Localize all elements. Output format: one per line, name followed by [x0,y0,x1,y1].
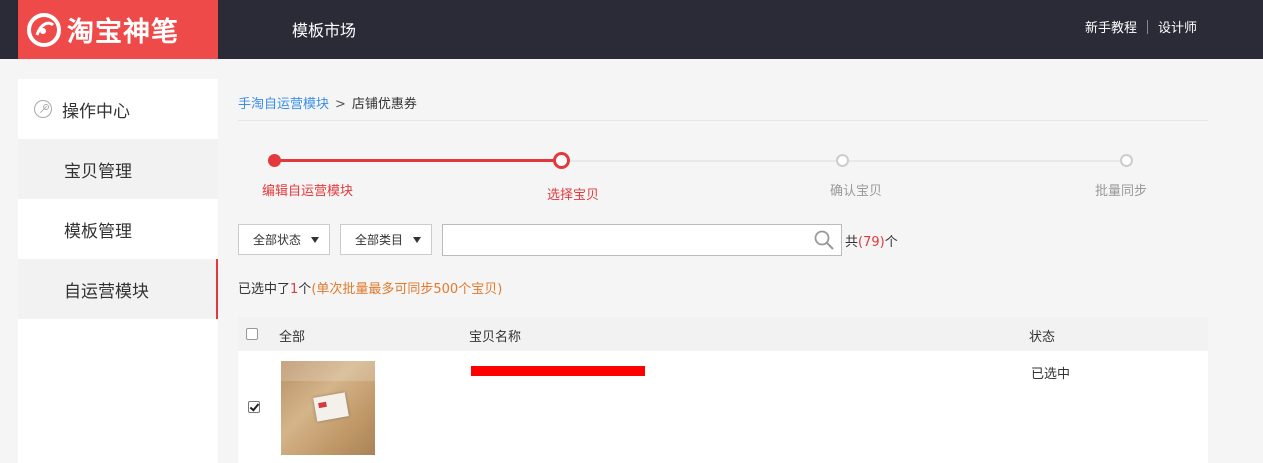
caret-down-icon [311,237,319,243]
thumbnail-product-box [313,392,349,422]
sidebar-item-operations[interactable]: 操作中心 [18,79,218,139]
header-status: 状态 [1029,330,1056,345]
row-status: 已选中 [1031,367,1071,382]
category-select-value: 全部类目 [355,233,404,247]
result-count: 共(79)个 [845,231,898,250]
sidebar-item-templates[interactable]: 模板管理 [18,199,218,259]
sidebar: 操作中心 宝贝管理 模板管理 自运营模块 [18,79,218,463]
category-select[interactable]: 全部类目 [340,224,432,255]
logo-icon [27,12,61,47]
step-dot-select [553,152,570,169]
sidebar-item-label: 模板管理 [64,221,132,242]
step-label-sync: 批量同步 [1095,184,1148,199]
selection-info: 已选中了1个(单次批量最多可同步500个宝贝) [238,278,502,297]
nav-title[interactable]: 模板市场 [292,17,356,41]
row-checkbox[interactable] [248,401,260,413]
top-links: 新手教程 设计师 [1085,17,1197,36]
designer-link[interactable]: 设计师 [1158,17,1197,36]
status-select-value: 全部状态 [253,233,302,247]
count-prefix: 共 [845,235,859,250]
stepper-progress [275,159,561,162]
breadcrumb-parent-link[interactable]: 手淘自运营模块 [238,97,329,112]
step-label-confirm: 确认宝贝 [830,184,883,199]
selection-unit: 个 [298,282,312,297]
logo[interactable]: 淘宝神笔 [18,0,218,59]
step-dot-confirm [836,154,849,167]
divider [238,120,1208,121]
status-select[interactable]: 全部状态 [238,224,330,255]
product-thumbnail[interactable] [281,361,375,455]
tutorial-link[interactable]: 新手教程 [1085,17,1137,36]
main-content: 手淘自运营模块 > 店铺优惠券 编辑自运营模块 选择宝贝 确认宝贝 批量同步 全部状… [218,79,1263,463]
step-label-edit: 编辑自运营模块 [262,184,354,199]
search-icon[interactable] [814,230,834,250]
caret-down-icon [413,237,421,243]
breadcrumb: 手淘自运营模块 > 店铺优惠券 [238,93,417,112]
product-name-redacted[interactable] [471,366,645,376]
table-header: 全部 宝贝名称 状态 [238,317,1208,351]
sidebar-item-label: 自运营模块 [64,281,149,302]
select-all-checkbox[interactable] [246,328,258,340]
step-dot-sync [1120,154,1133,167]
thumbnail-highlight [281,361,375,381]
logo-text: 淘宝神笔 [67,17,179,48]
step-dot-edit [268,154,281,167]
breadcrumb-separator: > [335,97,346,112]
header-all: 全部 [279,330,306,345]
sidebar-item-label: 操作中心 [62,101,130,122]
divider [1146,19,1148,34]
sidebar-item-label: 宝贝管理 [64,161,132,182]
header-name: 宝贝名称 [469,330,522,345]
count-value: (79) [858,235,885,250]
sidebar-item-products[interactable]: 宝贝管理 [18,139,218,199]
count-suffix: 个 [884,235,898,250]
table-row[interactable]: 已选中 [238,351,1208,463]
top-bar: 淘宝神笔 模板市场 新手教程 设计师 [0,0,1263,59]
selection-prefix: 已选中了 [238,282,291,297]
sidebar-item-self-operation[interactable]: 自运营模块 [18,259,218,319]
key-icon [34,100,52,118]
selection-hint: (单次批量最多可同步500个宝贝) [311,282,503,297]
search-input[interactable] [442,224,842,256]
step-label-select: 选择宝贝 [547,188,600,203]
breadcrumb-current: 店铺优惠券 [351,97,417,112]
